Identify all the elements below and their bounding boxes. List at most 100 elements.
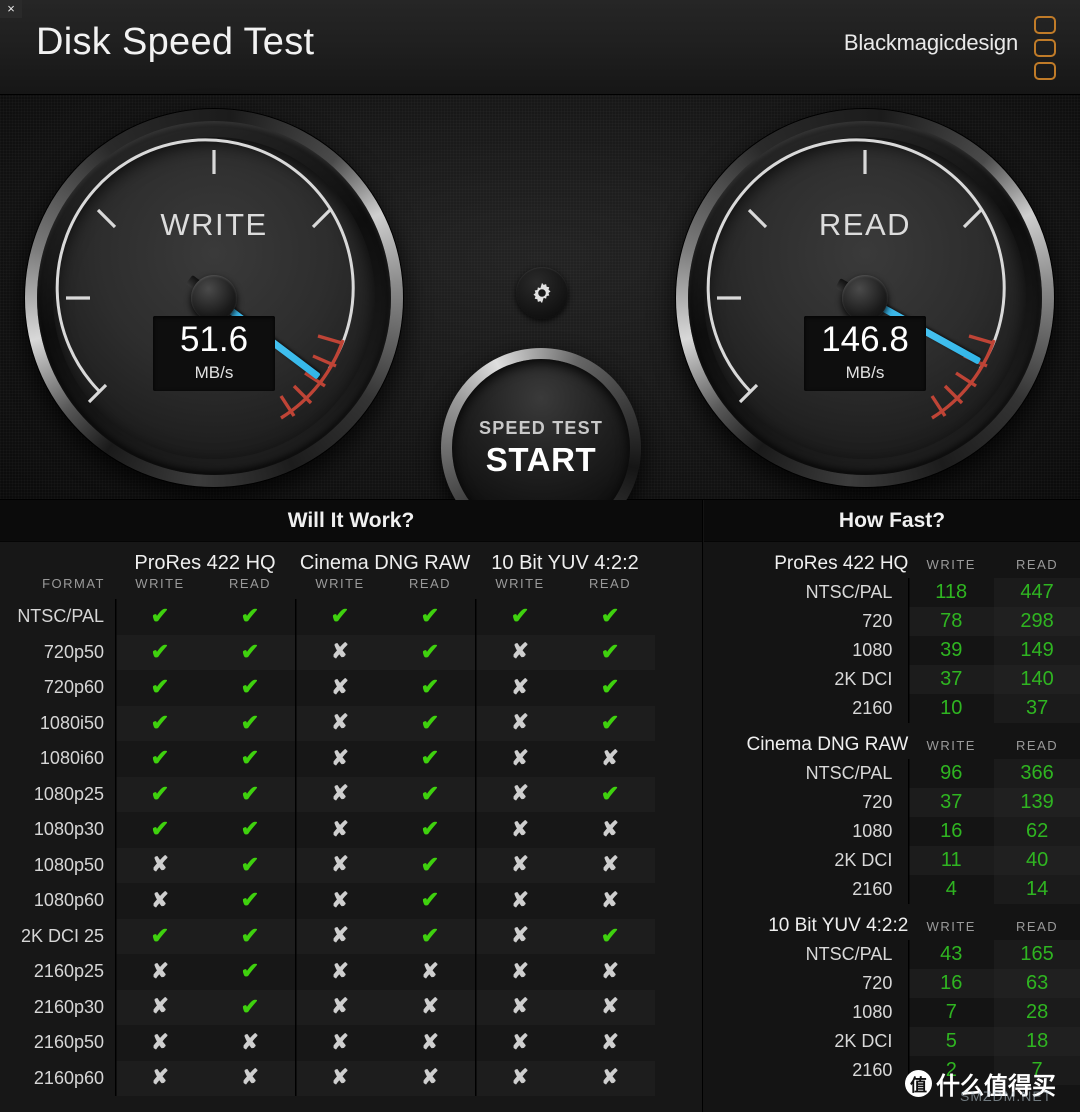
support-cell: ✘ (295, 848, 385, 884)
cross-icon: ✘ (511, 640, 529, 664)
brand-wordmark: Blackmagicdesign (843, 30, 1018, 55)
read-speed-value: 63 (994, 969, 1080, 998)
read-gauge-label: READ (818, 207, 912, 242)
check-icon: ✔ (600, 922, 620, 948)
cross-icon: ✘ (601, 959, 619, 983)
how-fast-row: 720 37 139 (704, 788, 1080, 817)
cross-icon: ✘ (511, 711, 529, 735)
row-format-label: NTSC/PAL (805, 582, 893, 602)
support-cell: ✘ (295, 741, 385, 777)
write-speed-value: 11 (908, 846, 994, 875)
spacer-cell (655, 599, 703, 635)
table-row: 720p50 ✔ ✔ ✘ ✔ ✘ ✔ (0, 635, 703, 671)
row-format-label: NTSC/PAL (17, 606, 104, 627)
spacer-cell (655, 542, 703, 576)
how-fast-row: NTSC/PAL 43 165 (704, 940, 1080, 969)
read-speed-value: 140 (994, 665, 1080, 694)
read-speed-value: 366 (994, 759, 1080, 788)
write-value: 51.6 (179, 320, 249, 359)
spacer-cell (655, 635, 703, 671)
support-cell: ✔ (385, 706, 475, 742)
support-cell: ✔ (565, 670, 655, 706)
write-speed-value: 7 (908, 998, 994, 1027)
support-cell: ✘ (475, 670, 565, 706)
read-speed-value: 62 (994, 817, 1080, 846)
cross-icon: ✘ (331, 782, 349, 806)
support-cell: ✘ (475, 990, 565, 1026)
cross-icon: ✘ (151, 1030, 169, 1054)
settings-button[interactable] (516, 267, 568, 319)
read-speed-value: 7 (994, 1056, 1080, 1085)
read-speed-value: 18 (994, 1027, 1080, 1056)
group-subheader-read: READ (1016, 918, 1059, 934)
will-it-work-title: Will It Work? (0, 500, 702, 542)
write-speed-value: 2 (908, 1056, 994, 1085)
how-fast-row: NTSC/PAL 96 366 (704, 759, 1080, 788)
cross-icon: ✘ (331, 853, 349, 877)
how-fast-row: 720 16 63 (704, 969, 1080, 998)
how-fast-row: 1080 16 62 (704, 817, 1080, 846)
spacer-cell (655, 1025, 703, 1061)
write-speed-value: 118 (908, 578, 994, 607)
support-cell: ✘ (475, 954, 565, 990)
writeread-header-row: FORMAT WRITE READ WRITE READ WRITE READ (0, 576, 703, 599)
spacer-cell (655, 919, 703, 955)
row-format-label: 720 (862, 973, 893, 993)
check-icon: ✔ (600, 603, 620, 629)
cross-icon: ✘ (421, 1066, 439, 1090)
how-fast-group-header: Cinema DNG RAW WRITE READ (704, 723, 1080, 759)
gauge-hub (842, 275, 888, 321)
how-fast-row: 2160 4 14 (704, 875, 1080, 904)
support-cell: ✔ (565, 777, 655, 813)
check-icon: ✔ (420, 887, 440, 913)
support-cell: ✘ (295, 812, 385, 848)
support-cell: ✔ (205, 777, 295, 813)
check-icon: ✔ (240, 709, 260, 735)
write-speed-value: 43 (908, 940, 994, 969)
support-cell: ✘ (295, 706, 385, 742)
support-cell: ✔ (115, 777, 205, 813)
spacer-cell (655, 741, 703, 777)
read-readout: 146.8 MB/s (804, 316, 926, 391)
table-row: 2160p25 ✘ ✔ ✘ ✘ ✘ ✘ (0, 954, 703, 990)
cross-icon: ✘ (151, 853, 169, 877)
subheader-write-1: WRITE (315, 576, 365, 591)
support-cell: ✔ (565, 599, 655, 635)
support-cell: ✘ (115, 1025, 205, 1061)
row-format-label: 2160 (852, 1060, 893, 1080)
row-format-label: 1080p30 (33, 819, 104, 840)
support-cell: ✔ (295, 599, 385, 635)
how-fast-row: 1080 7 28 (704, 998, 1080, 1027)
check-icon: ✔ (150, 816, 170, 842)
support-cell: ✔ (565, 919, 655, 955)
read-speed-value: 165 (994, 940, 1080, 969)
support-cell: ✘ (385, 1061, 475, 1097)
close-icon[interactable]: × (0, 0, 22, 18)
read-speed-value: 298 (994, 607, 1080, 636)
cross-icon: ✘ (151, 1066, 169, 1090)
support-cell: ✔ (385, 777, 475, 813)
check-icon: ✔ (240, 993, 260, 1019)
write-unit: MB/s (194, 363, 234, 382)
row-format-label: NTSC/PAL (805, 763, 893, 783)
cross-icon: ✘ (421, 995, 439, 1019)
table-row: 2160p50 ✘ ✘ ✘ ✘ ✘ ✘ (0, 1025, 703, 1061)
cross-icon: ✘ (511, 924, 529, 948)
read-speed-value: 37 (994, 694, 1080, 723)
check-icon: ✔ (600, 638, 620, 664)
table-row: 1080i50 ✔ ✔ ✘ ✔ ✘ ✔ (0, 706, 703, 742)
support-cell: ✔ (115, 635, 205, 671)
support-cell: ✘ (115, 883, 205, 919)
how-fast-row: NTSC/PAL 118 447 (704, 578, 1080, 607)
spacer-cell (655, 883, 703, 919)
cross-icon: ✘ (331, 746, 349, 770)
cross-icon: ✘ (511, 675, 529, 699)
cross-icon: ✘ (421, 1030, 439, 1054)
check-icon: ✔ (420, 674, 440, 700)
cross-icon: ✘ (511, 995, 529, 1019)
check-icon: ✔ (150, 745, 170, 771)
spacer-cell (0, 542, 115, 576)
write-speed-value: 10 (908, 694, 994, 723)
support-cell: ✘ (295, 635, 385, 671)
support-cell: ✘ (115, 954, 205, 990)
